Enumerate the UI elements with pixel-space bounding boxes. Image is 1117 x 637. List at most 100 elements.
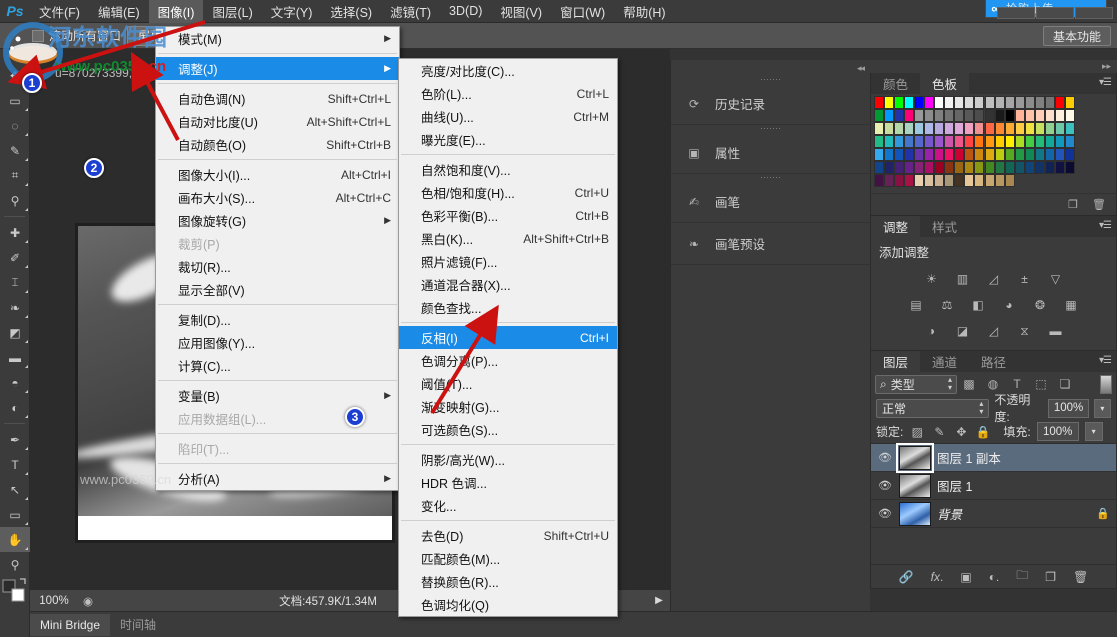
color-swatch-5-10[interactable]: [974, 161, 985, 174]
color-swatch-6-4[interactable]: [914, 174, 925, 187]
maximize-button[interactable]: [1036, 7, 1074, 19]
color-swatch-4-14[interactable]: [1014, 148, 1025, 161]
color-swatch-1-17[interactable]: [1044, 109, 1055, 122]
color-swatch-6-8[interactable]: [954, 174, 965, 187]
mid-panel-collapse-icon[interactable]: ◂◂: [671, 60, 870, 76]
color-swatch-4-4[interactable]: [914, 148, 925, 161]
color-swatch-0-3[interactable]: [904, 96, 915, 109]
marquee-tool[interactable]: ▭: [0, 88, 30, 113]
black-white-icon[interactable]: ◧: [967, 295, 989, 315]
color-swatch-1-9[interactable]: [964, 109, 975, 122]
color-swatch-4-15[interactable]: [1024, 148, 1035, 161]
tab-swatches[interactable]: 色板: [920, 73, 970, 94]
toolbar-collapse-icon[interactable]: ▸▸: [0, 49, 29, 63]
color-swatch-2-16[interactable]: [1034, 122, 1045, 135]
color-swatch-0-9[interactable]: [964, 96, 975, 109]
color-swatch-4-10[interactable]: [974, 148, 985, 161]
panel-grip-3[interactable]: [671, 174, 870, 181]
menu-view[interactable]: 视图(V): [491, 0, 551, 24]
layer-thumbnail-3[interactable]: [899, 501, 931, 526]
color-swatch-6-3[interactable]: [904, 174, 915, 187]
panel-grip[interactable]: [671, 76, 870, 83]
adjustments-submenu-item-17[interactable]: HDR 色调...: [399, 471, 617, 494]
color-swatch-5-1[interactable]: [884, 161, 895, 174]
color-swatch-2-2[interactable]: [894, 122, 905, 135]
color-swatch-3-18[interactable]: [1054, 135, 1065, 148]
adjustments-submenu-item-20[interactable]: 匹配颜色(M)...: [399, 547, 617, 570]
color-swatch-2-10[interactable]: [974, 122, 985, 135]
color-swatch-5-14[interactable]: [1014, 161, 1025, 174]
color-swatch-4-1[interactable]: [884, 148, 895, 161]
tab-timeline[interactable]: 时间轴: [110, 612, 166, 637]
new-swatch-icon[interactable]: ❐: [1068, 198, 1078, 211]
menu-type[interactable]: 文字(Y): [262, 0, 322, 24]
levels-icon[interactable]: ▥: [952, 269, 974, 289]
eyedropper-tool[interactable]: ⚲: [0, 188, 30, 213]
color-swatch-5-19[interactable]: [1064, 161, 1075, 174]
tab-mini-bridge[interactable]: Mini Bridge: [30, 613, 111, 636]
eraser-tool[interactable]: ◩: [0, 320, 30, 345]
color-balance-icon[interactable]: ⚖: [936, 295, 958, 315]
color-swatch-5-0[interactable]: [874, 161, 884, 174]
delete-swatch-icon[interactable]: 🗑: [1092, 198, 1106, 211]
color-swatch-4-5[interactable]: [924, 148, 935, 161]
image-menu-item-14[interactable]: 变量(B) ▶: [156, 384, 399, 407]
image-menu-item-11[interactable]: 复制(D)...: [156, 308, 399, 331]
adjustments-submenu-item-8[interactable]: 照片滤镜(F)...: [399, 250, 617, 273]
color-swatch-0-16[interactable]: [1034, 96, 1045, 109]
color-swatch-1-6[interactable]: [934, 109, 945, 122]
image-menu-item-6[interactable]: 画布大小(S)... Alt+Ctrl+C: [156, 186, 399, 209]
color-swatch-2-9[interactable]: [964, 122, 975, 135]
color-swatch-0-5[interactable]: [924, 96, 935, 109]
lock-transparency-icon[interactable]: ▨: [909, 425, 925, 439]
color-swatch-3-13[interactable]: [1004, 135, 1015, 148]
color-swatch-3-19[interactable]: [1064, 135, 1075, 148]
color-swatch-1-2[interactable]: [894, 109, 905, 122]
link-icon[interactable]: 🔗: [899, 570, 914, 584]
layer-visibility-icon-3[interactable]: 👁: [877, 507, 893, 520]
color-swatch-1-0[interactable]: [874, 109, 884, 122]
shape-filter-icon[interactable]: ⬚: [1029, 377, 1053, 391]
color-swatch-6-0[interactable]: [874, 174, 884, 187]
color-swatch-2-14[interactable]: [1014, 122, 1025, 135]
color-swatch-3-6[interactable]: [934, 135, 945, 148]
gradient-tool[interactable]: ▬: [0, 345, 30, 370]
new-layer-icon[interactable]: ❐: [1045, 570, 1056, 584]
color-swatch-5-16[interactable]: [1034, 161, 1045, 174]
adjustments-submenu-item-21[interactable]: 替换颜色(R)...: [399, 570, 617, 593]
color-swatch-4-6[interactable]: [934, 148, 945, 161]
filter-enable-toggle[interactable]: [1100, 374, 1112, 394]
lock-image-icon[interactable]: ✎: [931, 425, 947, 439]
threshold-icon[interactable]: ◿: [983, 321, 1005, 341]
tab-styles[interactable]: 样式: [920, 216, 969, 237]
color-swatch-5-3[interactable]: [904, 161, 915, 174]
layer-thumbnail-1[interactable]: [896, 442, 934, 473]
color-swatch-0-13[interactable]: [1004, 96, 1015, 109]
layer-name-3[interactable]: 背景: [937, 504, 1090, 523]
color-swatches[interactable]: [0, 577, 29, 611]
color-swatch-4-2[interactable]: [894, 148, 905, 161]
color-swatch-4-8[interactable]: [954, 148, 965, 161]
color-swatch-0-8[interactable]: [954, 96, 965, 109]
color-swatch-0-0[interactable]: [874, 96, 884, 109]
color-swatch-5-12[interactable]: [994, 161, 1005, 174]
panel-stub-history[interactable]: ⟳ 历史记录: [671, 83, 870, 125]
smartobject-filter-icon[interactable]: ❏: [1053, 377, 1077, 391]
color-swatch-5-4[interactable]: [914, 161, 925, 174]
adjustments-submenu-item-19[interactable]: 去色(D) Shift+Ctrl+U: [399, 524, 617, 547]
color-swatch-2-6[interactable]: [934, 122, 945, 135]
image-menu-item-2[interactable]: 自动色调(N) Shift+Ctrl+L: [156, 87, 399, 110]
type-tool[interactable]: T: [0, 452, 30, 477]
color-swatch-1-13[interactable]: [1004, 109, 1015, 122]
color-swatch-6-2[interactable]: [894, 174, 905, 187]
color-swatch-0-19[interactable]: [1064, 96, 1075, 109]
panel-grip-2[interactable]: [671, 125, 870, 132]
color-swatch-2-0[interactable]: [874, 122, 884, 135]
color-swatch-1-16[interactable]: [1034, 109, 1045, 122]
color-swatch-4-9[interactable]: [964, 148, 975, 161]
color-lookup-icon[interactable]: ▦: [1060, 295, 1082, 315]
adjustments-submenu-item-13[interactable]: 阈值(T)...: [399, 372, 617, 395]
adjustments-submenu-item-1[interactable]: 色阶(L)... Ctrl+L: [399, 82, 617, 105]
menu-edit[interactable]: 编辑(E): [89, 0, 149, 24]
color-swatch-3-5[interactable]: [924, 135, 935, 148]
